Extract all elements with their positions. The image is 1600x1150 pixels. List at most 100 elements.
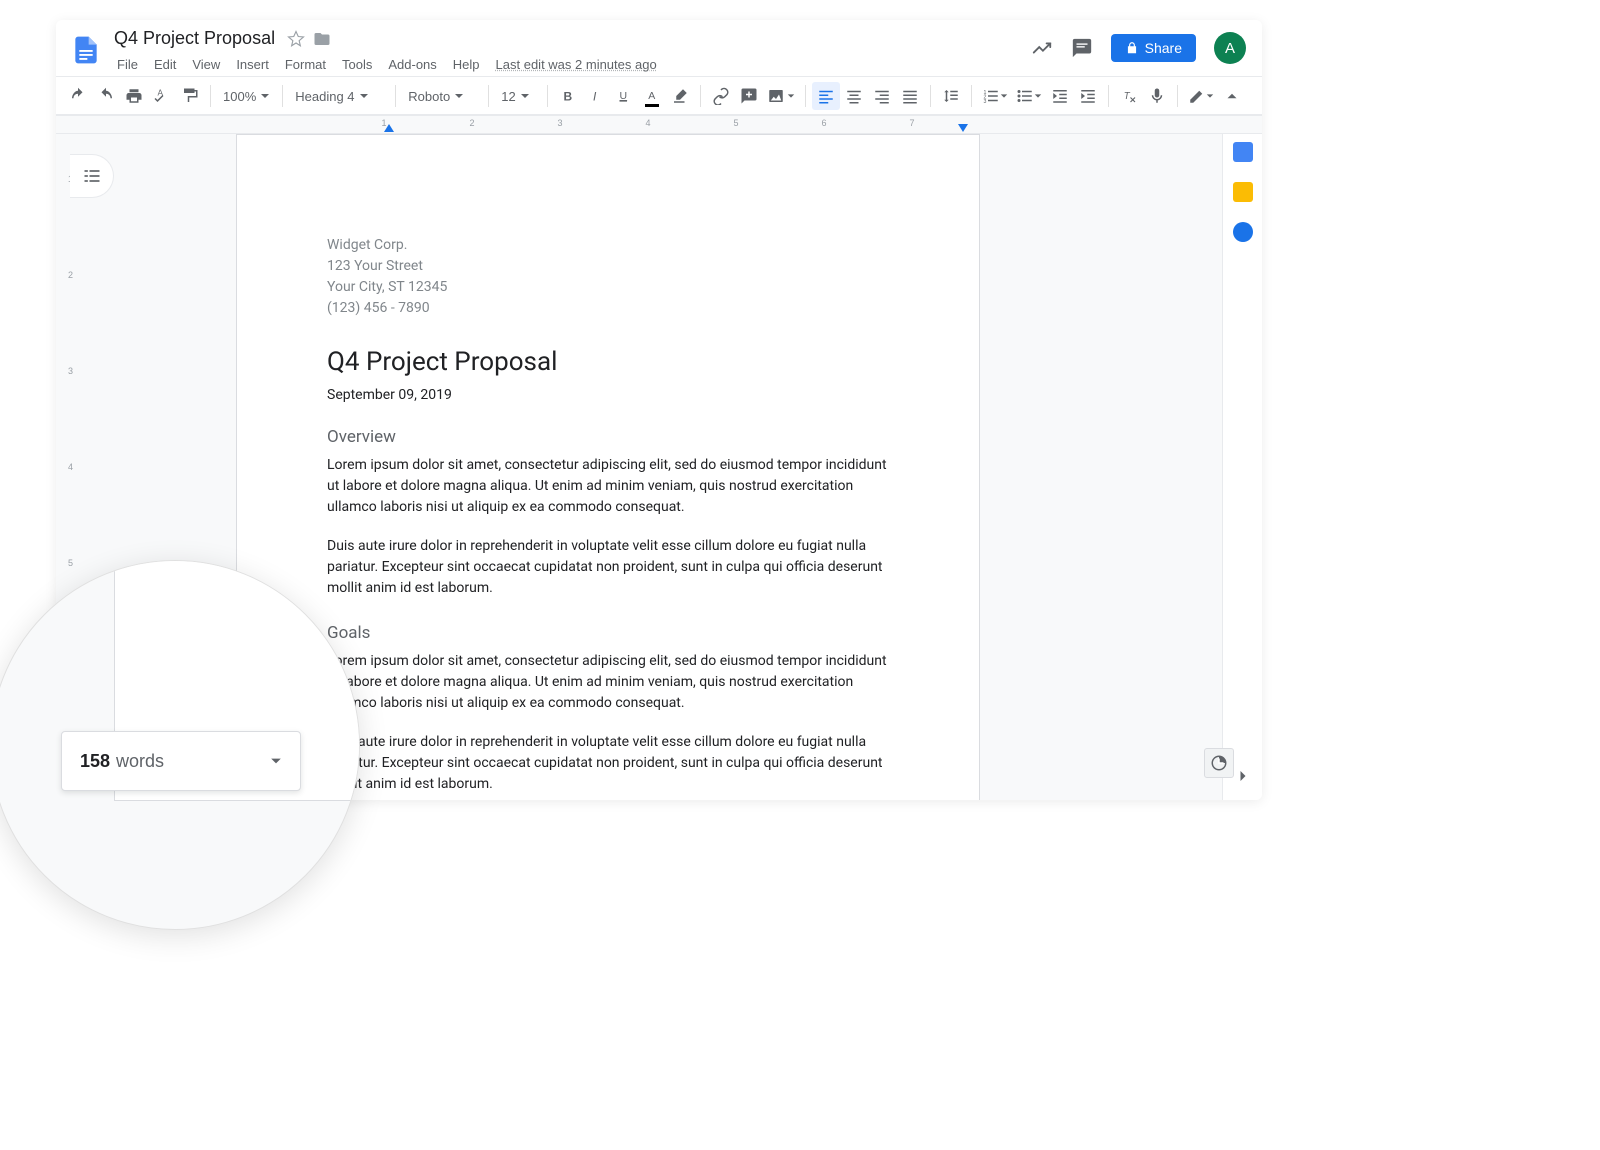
word-count-chip[interactable]: 158 words: [61, 731, 301, 791]
font-dropdown[interactable]: Roboto: [402, 82, 482, 110]
word-count-zoom-callout: 158 words: [0, 560, 360, 930]
phone: (123) 456 - 7890: [327, 298, 889, 319]
svg-text:I: I: [593, 90, 597, 104]
word-count-label: words: [116, 751, 164, 772]
vruler-mark: 4: [68, 462, 73, 472]
text-color-button[interactable]: A: [638, 82, 666, 110]
numbered-list-button[interactable]: 123: [978, 82, 1012, 110]
document-title[interactable]: Q4 Project Proposal: [110, 26, 279, 51]
zoom-dropdown[interactable]: 100%: [217, 82, 276, 110]
letterhead: Widget Corp. 123 Your Street Your City, …: [327, 235, 889, 319]
menu-edit[interactable]: Edit: [147, 53, 183, 76]
menu-file[interactable]: File: [110, 53, 145, 76]
ruler-mark: 6: [821, 118, 826, 128]
align-left-button[interactable]: [812, 82, 840, 110]
company-name: Widget Corp.: [327, 235, 889, 256]
keep-addon-icon[interactable]: [1233, 182, 1253, 202]
indent-marker-icon[interactable]: [384, 124, 394, 132]
toolbar: A 100% Heading 4 Roboto 12 B I U A 123 T: [56, 76, 1262, 116]
style-value: Heading 4: [295, 89, 354, 104]
collapse-toolbar-button[interactable]: [1218, 82, 1246, 110]
side-panel-toggle[interactable]: [1233, 766, 1253, 786]
increase-indent-button[interactable]: [1074, 82, 1102, 110]
folder-icon[interactable]: [313, 30, 331, 48]
share-label: Share: [1145, 40, 1182, 56]
svg-text:3: 3: [984, 99, 987, 105]
undo-button[interactable]: [64, 82, 92, 110]
italic-button[interactable]: I: [582, 82, 610, 110]
line-spacing-button[interactable]: [937, 82, 965, 110]
insert-image-button[interactable]: [763, 82, 799, 110]
paragraph: Lorem ipsum dolor sit amet, consectetur …: [327, 651, 889, 714]
account-avatar[interactable]: A: [1214, 32, 1246, 64]
star-icon[interactable]: [287, 30, 305, 48]
svg-text:A: A: [649, 90, 656, 102]
ruler-mark: 7: [909, 118, 914, 128]
align-justify-button[interactable]: [896, 82, 924, 110]
menu-addons[interactable]: Add-ons: [381, 53, 443, 76]
vruler-mark: 5: [68, 558, 73, 568]
ruler-mark: 3: [557, 118, 562, 128]
heading-title: Q4 Project Proposal: [327, 347, 889, 377]
docs-logo-icon[interactable]: [68, 26, 104, 74]
activity-icon[interactable]: [1031, 37, 1053, 59]
right-indent-marker-icon[interactable]: [958, 124, 968, 132]
bold-button[interactable]: B: [554, 82, 582, 110]
font-value: Roboto: [408, 89, 450, 104]
underline-button[interactable]: U: [610, 82, 638, 110]
ruler-mark: 4: [645, 118, 650, 128]
menubar: File Edit View Insert Format Tools Add-o…: [110, 53, 664, 76]
menu-tools[interactable]: Tools: [335, 53, 379, 76]
voice-typing-button[interactable]: [1143, 82, 1171, 110]
last-edit-link[interactable]: Last edit was 2 minutes ago: [489, 53, 664, 76]
horizontal-ruler[interactable]: 1234567: [56, 116, 1262, 134]
align-center-button[interactable]: [840, 82, 868, 110]
insert-link-button[interactable]: [707, 82, 735, 110]
tasks-addon-icon[interactable]: [1233, 222, 1253, 242]
street: 123 Your Street: [327, 256, 889, 277]
title-block: Q4 Project Proposal File Edit View Inser…: [110, 26, 664, 76]
comments-icon[interactable]: [1071, 37, 1093, 59]
paragraph-style-dropdown[interactable]: Heading 4: [289, 82, 389, 110]
menu-view[interactable]: View: [185, 53, 227, 76]
vruler-mark: 3: [68, 366, 73, 376]
share-button[interactable]: Share: [1111, 34, 1196, 62]
svg-text:U: U: [620, 90, 628, 102]
font-size-dropdown[interactable]: 12: [495, 82, 541, 110]
document-date: September 09, 2019: [327, 387, 889, 403]
heading-overview: Overview: [327, 427, 889, 447]
svg-text:T: T: [1124, 91, 1131, 102]
ruler-mark: 5: [733, 118, 738, 128]
clear-formatting-button[interactable]: T: [1115, 82, 1143, 110]
chevron-down-icon: [270, 755, 282, 767]
editing-mode-button[interactable]: [1184, 82, 1218, 110]
lock-icon: [1125, 41, 1139, 55]
highlight-color-button[interactable]: [666, 82, 694, 110]
redo-button[interactable]: [92, 82, 120, 110]
paragraph: Duis aute irure dolor in reprehenderit i…: [327, 732, 889, 795]
zoom-value: 100%: [223, 89, 256, 104]
outline-toggle-button[interactable]: [70, 154, 114, 198]
vruler-mark: 2: [68, 270, 73, 280]
paragraph: Duis aute irure dolor in reprehenderit i…: [327, 536, 889, 599]
add-comment-button[interactable]: [735, 82, 763, 110]
calendar-addon-icon[interactable]: [1233, 142, 1253, 162]
city: Your City, ST 12345: [327, 277, 889, 298]
paint-format-button[interactable]: [176, 82, 204, 110]
explore-button[interactable]: [1204, 748, 1234, 778]
menu-insert[interactable]: Insert: [229, 53, 276, 76]
align-right-button[interactable]: [868, 82, 896, 110]
decrease-indent-button[interactable]: [1046, 82, 1074, 110]
word-count-number: 158: [80, 751, 110, 772]
bulleted-list-button[interactable]: [1012, 82, 1046, 110]
titlebar: Q4 Project Proposal File Edit View Inser…: [56, 20, 1262, 76]
menu-format[interactable]: Format: [278, 53, 333, 76]
side-panel: [1222, 134, 1262, 800]
paragraph: Lorem ipsum dolor sit amet, consectetur …: [327, 455, 889, 518]
ruler-mark: 2: [469, 118, 474, 128]
print-button[interactable]: [120, 82, 148, 110]
spellcheck-button[interactable]: A: [148, 82, 176, 110]
heading-goals: Goals: [327, 623, 889, 643]
menu-help[interactable]: Help: [446, 53, 487, 76]
titlebar-actions: Share A: [1031, 32, 1246, 64]
